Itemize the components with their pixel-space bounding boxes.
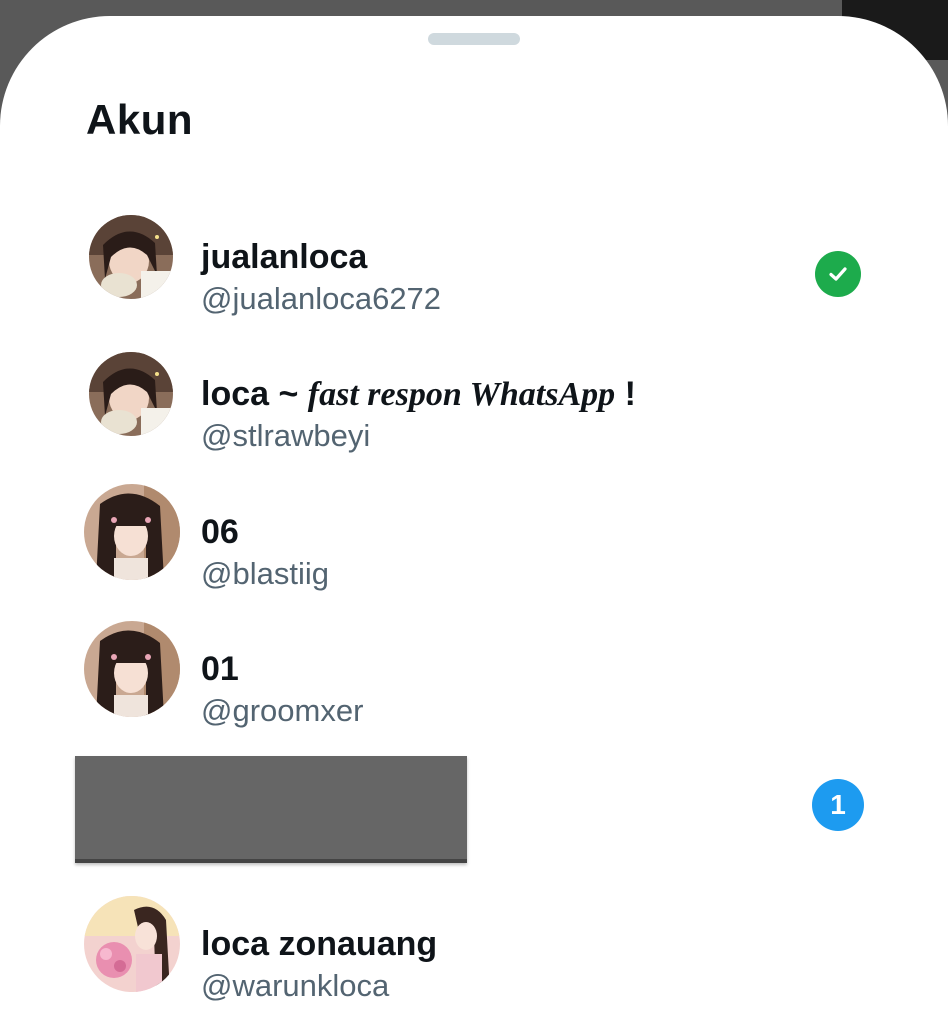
account-name-suffix: ! [615,375,636,413]
sheet-title: Akun [86,96,193,143]
avatar [84,621,180,717]
account-row[interactable]: loca ~ fast respon WhatsApp ! @stlrawbey… [0,338,948,453]
redaction-block [75,756,467,863]
account-name: loca zonauang [201,925,438,963]
account-name: loca ~ fast respon WhatsApp ! [201,375,636,414]
account-handle: @blastiig [201,556,329,591]
account-handle: @jualanloca6272 [201,281,442,316]
accounts-bottom-sheet: Akun jualanloca @jualanloca6272 loca ~ f… [0,16,948,1023]
avatar [89,215,173,299]
avatar [84,484,180,580]
account-row[interactable]: jualanloca @jualanloca6272 [0,201,948,316]
account-row[interactable]: loca zonauang @warunkloca [0,888,948,1003]
account-handle: @stlrawbeyi [201,418,371,453]
account-row[interactable]: 01 @groomxer [0,613,948,728]
account-handle: @warunkloca [201,968,390,1003]
check-circle-icon [815,251,861,297]
notification-badge: 1 [812,779,864,831]
account-name: 06 [201,513,239,551]
account-name-fancy: fast respon WhatsApp [307,376,616,413]
account-row[interactable]: 06 @blastiig [0,476,948,591]
account-name: 01 [201,650,239,688]
avatar [89,352,173,436]
sheet-drag-handle[interactable] [428,33,520,45]
avatar [84,896,180,992]
account-name: jualanloca [201,238,368,276]
account-name-prefix: loca ~ [201,375,308,413]
account-handle: @groomxer [201,693,364,728]
